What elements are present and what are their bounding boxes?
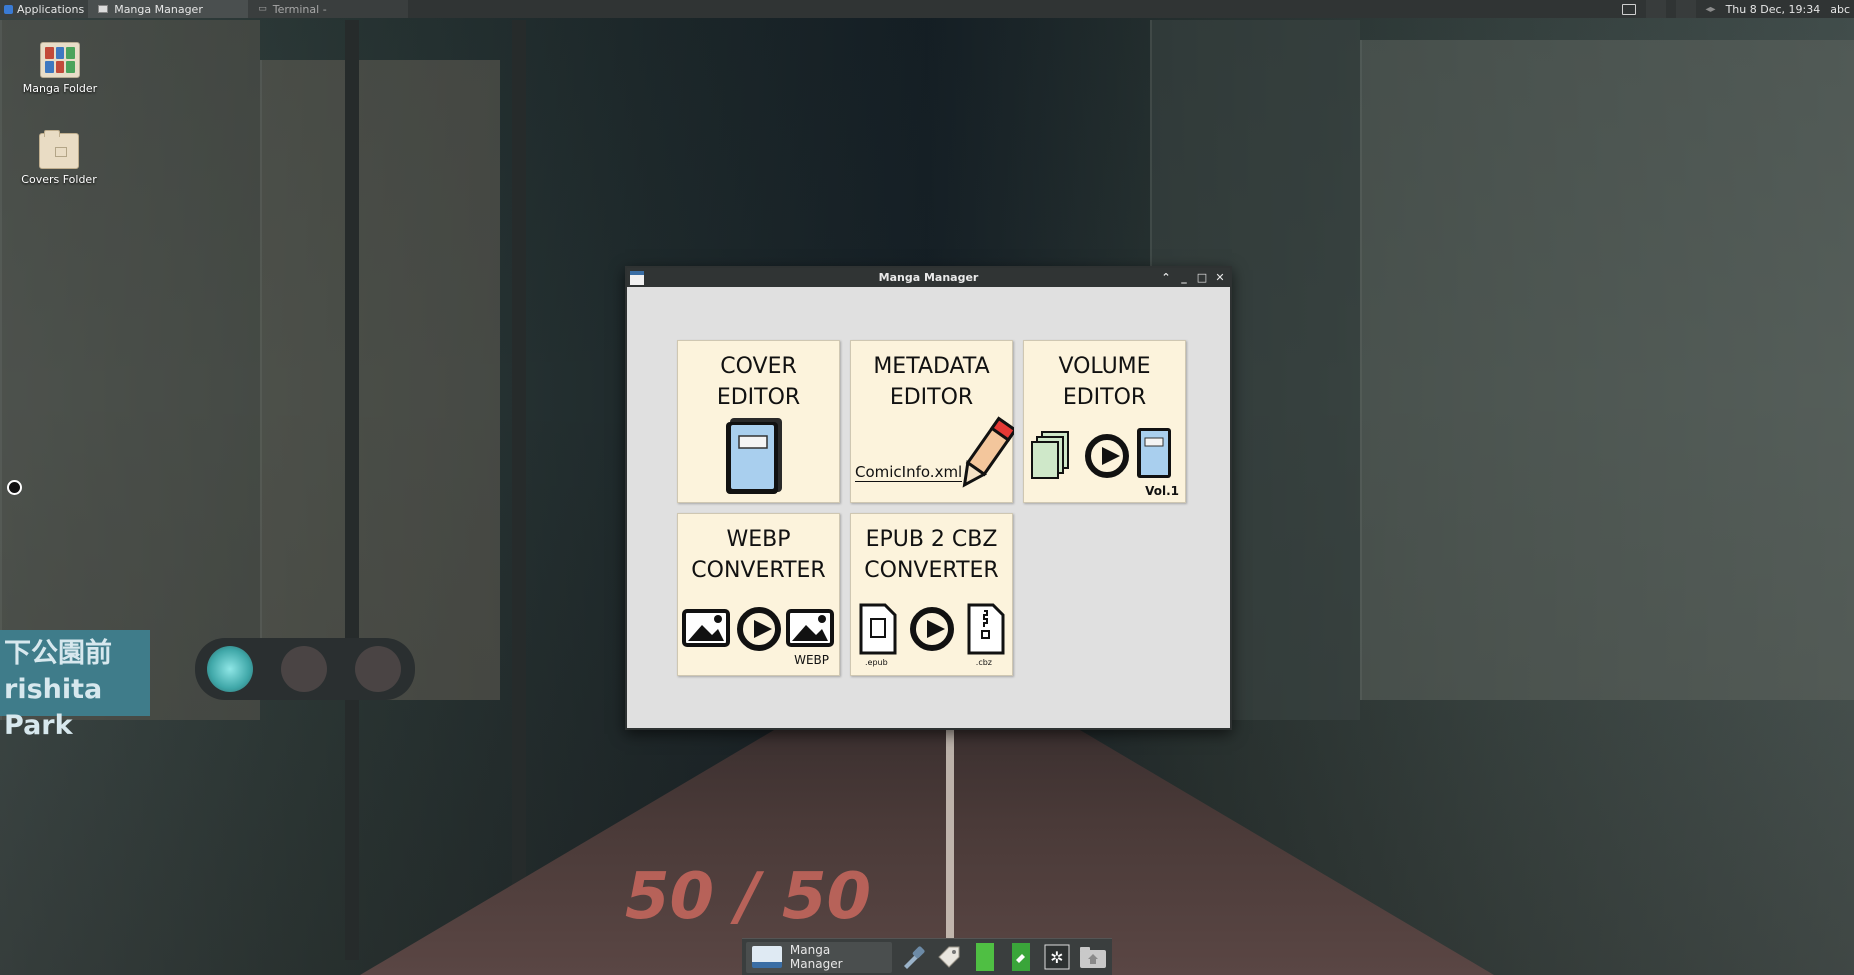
desktop-icon-label: Covers Folder [21, 173, 97, 186]
dock-app-label: Manga Manager [789, 943, 843, 971]
applications-label: Applications [17, 2, 85, 16]
color-picker-icon[interactable] [898, 942, 928, 972]
close-button[interactable]: ✕ [1214, 271, 1226, 284]
home-folder-icon[interactable] [1078, 942, 1108, 972]
desktop-icon-label: Manga Folder [22, 82, 98, 95]
tile-title-line-1: EPUB 2 CBZ [865, 527, 998, 552]
maximize-button[interactable]: □ [1196, 271, 1208, 284]
cbz-label: .cbz [975, 658, 992, 667]
tile-title-line-2: EDITOR [1062, 385, 1147, 410]
window-title: Manga Manager [878, 271, 979, 284]
webp-label: WEBP [794, 653, 829, 667]
terminal-icon: ▭ [258, 4, 267, 14]
traffic-light [195, 638, 415, 700]
manga-folder-icon [40, 42, 80, 78]
minimize-button[interactable]: _ [1178, 271, 1190, 284]
tile-title: VOLUME EDITOR [1024, 351, 1185, 413]
window-titlebar[interactable]: Manga Manager ⌃ _ □ ✕ [627, 268, 1230, 287]
tile-title: WEBP CONVERTER [678, 524, 839, 586]
volume-editor-button[interactable]: VOLUME EDITOR Vol.1 [1023, 340, 1186, 503]
road-marking-text: 50 / 50 [625, 860, 872, 934]
street-sign-line-2: rishita Park [4, 674, 103, 741]
tile-title-line-2: EDITOR [889, 385, 974, 410]
tile-title-line-2: CONVERTER [864, 558, 999, 583]
top-panel: Applications Manga Manager ▭ Terminal - … [0, 0, 1854, 18]
clock[interactable]: Thu 8 Dec, 19:34 [1726, 3, 1821, 16]
tile-title-line-2: CONVERTER [691, 558, 826, 583]
pointer-icon [7, 480, 22, 495]
taskbar-button-label: Terminal - [272, 2, 327, 16]
cover-editor-button[interactable]: COVER EDITOR [677, 340, 840, 503]
green-book-icon[interactable] [970, 942, 1000, 972]
tile-title-line-2: EDITOR [716, 385, 801, 410]
epub-to-cbz-converter-button[interactable]: EPUB 2 CBZ CONVERTER .epub .cbz [850, 513, 1013, 676]
tile-title: COVER EDITOR [678, 351, 839, 413]
desktop-icon-covers-folder[interactable]: Covers Folder [9, 130, 109, 186]
epub-cbz-convert-icon [859, 603, 1005, 655]
dock-app-manga-manager[interactable]: Manga Manager [746, 941, 893, 973]
book-icon [726, 418, 782, 494]
window-menu-icon[interactable] [630, 271, 644, 285]
keyboard-layout-indicator[interactable]: abc [1830, 3, 1850, 16]
tile-title: EPUB 2 CBZ CONVERTER [851, 524, 1012, 586]
tile-title-line-1: VOLUME [1058, 354, 1151, 379]
applications-icon [4, 4, 13, 14]
manga-manager-window: Manga Manager ⌃ _ □ ✕ COVER EDITOR METAD… [625, 266, 1232, 730]
tile-title: METADATA EDITOR [851, 351, 1012, 413]
epub-label: .epub [865, 658, 888, 667]
panel-separator [1645, 0, 1666, 18]
panel-separator [1675, 0, 1696, 18]
tile-title-line-1: METADATA [873, 354, 990, 379]
street-sign: 下公園前 rishita Park [0, 630, 150, 741]
green-edit-icon[interactable] [1006, 942, 1036, 972]
window-icon [98, 5, 109, 13]
settings-icon[interactable]: ✲ [1042, 942, 1072, 972]
tile-title-line-1: COVER [720, 354, 797, 379]
shade-button[interactable]: ⌃ [1160, 271, 1172, 284]
screen-tray-icon[interactable] [1621, 3, 1636, 15]
metadata-editor-button[interactable]: METADATA EDITOR ComicInfo.xml [850, 340, 1014, 503]
window-icon [752, 946, 782, 968]
taskbar-button-label: Manga Manager [114, 2, 203, 16]
applications-menu[interactable]: Applications [0, 0, 89, 18]
taskbar-button-terminal[interactable]: ▭ Terminal - [248, 0, 409, 18]
webp-converter-button[interactable]: WEBP CONVERTER WEBP [677, 513, 840, 676]
comicinfo-label: ComicInfo.xml [855, 463, 963, 482]
tray-expand-icon[interactable]: ◂▸ [1706, 4, 1716, 15]
bottom-dock: Manga Manager ✲ [742, 938, 1112, 975]
desktop-icon-manga-folder[interactable]: Manga Folder [10, 42, 110, 95]
svg-text:✲: ✲ [1050, 948, 1063, 967]
taskbar-button-manga-manager[interactable]: Manga Manager [88, 0, 249, 18]
volume-label: Vol.1 [1145, 484, 1179, 498]
street-sign-line-1: 下公園前 [4, 638, 112, 669]
pencil-icon [962, 416, 1014, 488]
folder-icon [39, 130, 79, 169]
tag-icon[interactable] [934, 942, 964, 972]
tile-title-line-1: WEBP [726, 527, 791, 552]
